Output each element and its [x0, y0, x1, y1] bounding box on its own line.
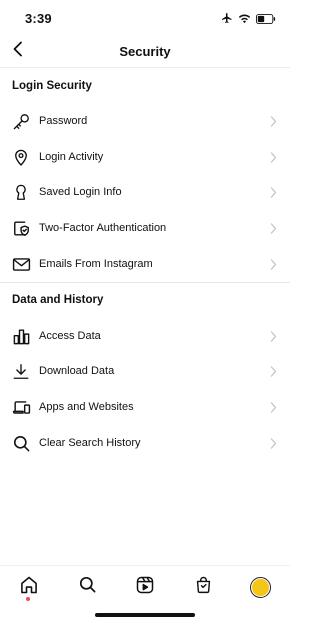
shop-icon: [194, 575, 213, 600]
row-password[interactable]: Password: [0, 104, 290, 138]
chevron-right-icon: [269, 437, 277, 449]
location-pin-icon: [11, 147, 31, 167]
status-bar: 3:39: [0, 0, 290, 36]
status-icons: [221, 11, 276, 29]
battery-icon: [256, 11, 276, 29]
profile-picture: [251, 578, 269, 596]
row-label-emails-from-instagram: Emails From Instagram: [39, 258, 153, 270]
tab-bar: [0, 565, 290, 628]
chevron-right-icon: [269, 258, 277, 270]
search-icon: [11, 433, 31, 453]
bar-chart-icon: [11, 326, 31, 346]
chevron-right-icon: [269, 222, 277, 234]
chevron-right-icon: [269, 365, 277, 377]
row-emails-from-instagram[interactable]: Emails From Instagram: [0, 247, 290, 281]
search-icon: [78, 575, 97, 599]
row-label-clear-search-history: Clear Search History: [39, 437, 141, 449]
page-title: Security: [119, 44, 171, 59]
section-header-data-and-history: Data and History: [12, 294, 104, 306]
section-header-login-security: Login Security: [12, 80, 92, 92]
download-icon: [11, 361, 31, 381]
tab-reels[interactable]: [133, 575, 157, 599]
row-two-factor-authentication[interactable]: Two-Factor Authentication: [0, 211, 290, 245]
reels-icon: [135, 575, 155, 600]
row-apps-and-websites[interactable]: Apps and Websites: [0, 390, 290, 424]
airplane-icon: [221, 11, 233, 29]
row-login-activity[interactable]: Login Activity: [0, 140, 290, 174]
tab-search[interactable]: [75, 575, 99, 599]
row-access-data[interactable]: Access Data: [0, 319, 290, 353]
row-clear-search-history[interactable]: Clear Search History: [0, 426, 290, 460]
tab-home[interactable]: [17, 575, 41, 599]
home-indicator: [95, 613, 195, 617]
row-label-access-data: Access Data: [39, 330, 101, 342]
tab-shop[interactable]: [191, 575, 215, 599]
shield-check-icon: [11, 218, 31, 238]
row-label-download-data: Download Data: [39, 365, 115, 377]
keyhole-icon: [11, 182, 31, 202]
tab-profile[interactable]: [248, 575, 272, 599]
row-label-two-factor-authentication: Two-Factor Authentication: [39, 222, 167, 234]
row-label-apps-and-websites: Apps and Websites: [39, 401, 134, 413]
wifi-icon: [238, 11, 251, 29]
nav-bar: Security: [0, 36, 290, 68]
chevron-right-icon: [269, 186, 277, 198]
home-icon: [19, 575, 39, 600]
notification-dot: [26, 597, 30, 601]
key-icon: [11, 111, 31, 131]
avatar: [249, 576, 271, 598]
devices-icon: [11, 397, 31, 417]
row-label-password: Password: [39, 115, 88, 127]
chevron-right-icon: [269, 401, 277, 413]
row-saved-login-info[interactable]: Saved Login Info: [0, 175, 290, 209]
chevron-right-icon: [269, 151, 277, 163]
status-time: 3:39: [25, 11, 52, 26]
chevron-right-icon: [269, 330, 277, 342]
row-label-login-activity: Login Activity: [39, 151, 104, 163]
envelope-icon: [11, 254, 31, 274]
section-divider: [0, 282, 290, 283]
row-download-data[interactable]: Download Data: [0, 354, 290, 388]
chevron-right-icon: [269, 115, 277, 127]
row-label-saved-login-info: Saved Login Info: [39, 186, 122, 198]
